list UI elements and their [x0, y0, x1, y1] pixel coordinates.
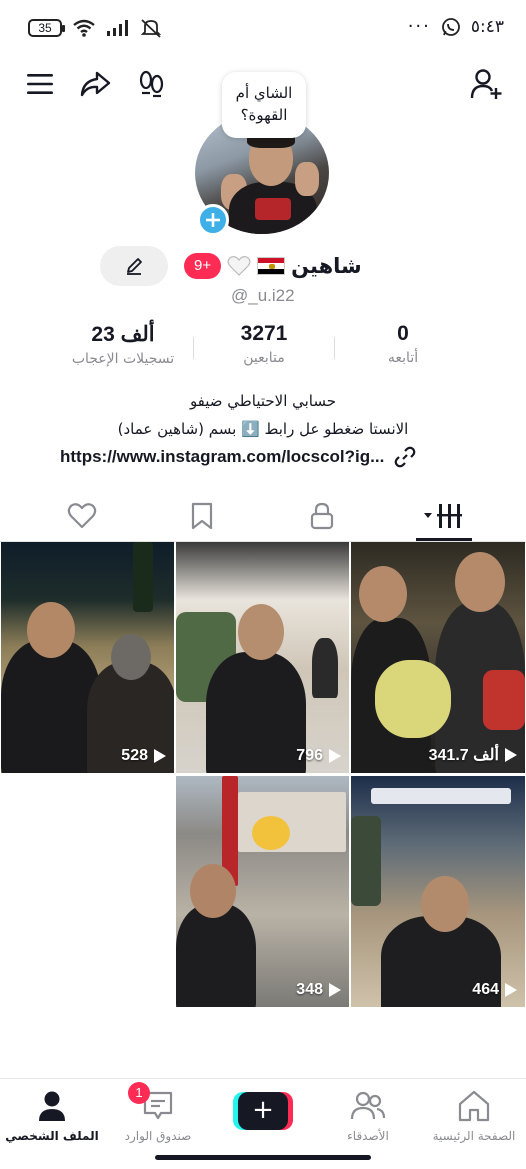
view-count-value: 341.7 ألف — [428, 747, 499, 764]
lock-icon — [310, 502, 334, 530]
white-heart-icon — [227, 256, 251, 276]
add-story-button[interactable] — [197, 204, 229, 236]
following-count: 0 — [397, 322, 409, 345]
share-profile-button[interactable] — [77, 66, 113, 102]
followers-stat[interactable]: 3271 متابعين — [208, 322, 320, 366]
battery-icon: 35 — [28, 19, 65, 37]
bookmark-icon — [191, 502, 213, 530]
egypt-flag-icon — [257, 257, 286, 275]
bio-link[interactable]: https://www.instagram.com/locscol?ig... — [60, 446, 416, 468]
video-grid-icon — [424, 504, 462, 528]
video-thumbnail[interactable]: 464 — [351, 776, 525, 1007]
add-user-icon — [470, 69, 502, 99]
nav-inbox[interactable]: صندوق الوارد — [108, 1089, 208, 1143]
link-icon — [394, 446, 416, 468]
footprints-icon — [139, 70, 164, 98]
nav-inbox-label: صندوق الوارد — [124, 1129, 192, 1143]
avatar-detail — [295, 162, 319, 196]
view-count-value: 464 — [472, 981, 499, 998]
active-tab-indicator — [416, 538, 472, 541]
view-count: 464 — [472, 981, 517, 999]
following-stat[interactable]: 0 أتابعه — [358, 322, 448, 366]
likes-stat[interactable]: 23 ألف تسجيلات الإعجاب — [58, 322, 188, 367]
status-bar: 35 ··· ٥:٤٣ — [0, 0, 526, 56]
friends-icon — [350, 1091, 386, 1120]
view-count: 796 — [296, 747, 341, 765]
notification-badge[interactable]: 9+ — [184, 253, 222, 279]
more-notifications: ··· — [407, 16, 431, 37]
status-right: ··· ٥:٤٣ — [408, 16, 504, 37]
whatsapp-icon — [441, 17, 460, 36]
menu-button[interactable] — [22, 66, 58, 102]
create-button[interactable]: + — [233, 1092, 293, 1130]
edit-name-button[interactable] — [100, 246, 168, 286]
hamburger-icon — [27, 74, 53, 94]
bio-line: الانستا ضغطو عل رابط ⬇️ بسم (شاهين عماد) — [117, 420, 409, 438]
note-line: القهوة؟ — [240, 106, 288, 124]
play-icon — [154, 749, 166, 763]
nav-home[interactable]: الصفحة الرئيسية — [424, 1089, 524, 1143]
inbox-unread-badge: 1 — [128, 1082, 150, 1104]
view-count-value: 528 — [121, 747, 148, 764]
view-count-value: 796 — [296, 747, 323, 764]
nav-home-label: الصفحة الرئيسية — [432, 1129, 516, 1143]
heart-outline-icon — [67, 503, 97, 529]
play-icon — [329, 749, 341, 763]
tab-liked[interactable] — [60, 496, 104, 536]
mute-icon — [140, 19, 162, 38]
play-icon — [505, 983, 517, 997]
clock: ٥:٤٣ — [470, 16, 504, 37]
profile-icon — [39, 1091, 65, 1121]
signal-icon — [107, 20, 128, 36]
followers-label: متابعين — [243, 350, 285, 366]
video-thumbnail[interactable]: 341.7 ألف — [351, 542, 525, 773]
profile-tabs — [0, 492, 526, 542]
stat-divider — [334, 337, 335, 359]
status-indicators: 35 — [28, 18, 162, 38]
video-thumbnail[interactable]: 796 — [176, 542, 349, 773]
video-thumbnail[interactable]: 528 — [1, 542, 174, 773]
nav-friends-label: الأصدقاء — [347, 1129, 389, 1143]
view-count: 528 — [121, 747, 166, 765]
likes-label: تسجيلات الإعجاب — [71, 351, 175, 367]
plus-icon — [206, 213, 220, 227]
note-line: الشاي أم — [235, 84, 293, 102]
followers-count: 3271 — [240, 322, 288, 345]
bio-line: حسابي الاحتياطي ضيفو — [189, 392, 337, 410]
tab-private[interactable] — [300, 496, 344, 536]
home-icon — [458, 1090, 490, 1122]
video-thumbnail[interactable]: 348 — [176, 776, 349, 1007]
likes-count: 23 ألف — [91, 323, 155, 346]
footprints-button[interactable] — [133, 66, 169, 102]
view-count: 341.7 ألف — [429, 745, 517, 765]
display-name-row: 9+ شاهين — [184, 251, 362, 281]
tab-videos[interactable] — [420, 496, 468, 536]
nav-friends[interactable]: الأصدقاء — [318, 1089, 418, 1143]
play-icon — [329, 983, 341, 997]
create-plus: + — [238, 1092, 288, 1130]
share-arrow-icon — [80, 71, 111, 97]
stat-divider — [193, 337, 194, 359]
tab-saved[interactable] — [180, 496, 224, 536]
display-name: شاهين — [291, 254, 362, 278]
nav-profile-label: الملف الشخصي — [5, 1129, 99, 1143]
username: @_u.i22 — [231, 286, 295, 305]
avatar-detail — [255, 198, 291, 220]
nav-profile[interactable]: الملف الشخصي — [2, 1089, 102, 1143]
play-icon — [505, 748, 517, 762]
add-friend-button[interactable] — [468, 66, 504, 102]
following-label: أتابعه — [387, 350, 419, 366]
home-indicator[interactable] — [155, 1155, 371, 1160]
view-count: 348 — [296, 981, 341, 999]
wifi-icon — [73, 19, 95, 37]
view-count-value: 348 — [296, 981, 323, 998]
note-bubble[interactable]: الشاي أم القهوة؟ — [222, 72, 306, 138]
pencil-icon — [127, 258, 142, 275]
bio-link-text[interactable]: https://www.instagram.com/locscol?ig... — [60, 447, 384, 467]
